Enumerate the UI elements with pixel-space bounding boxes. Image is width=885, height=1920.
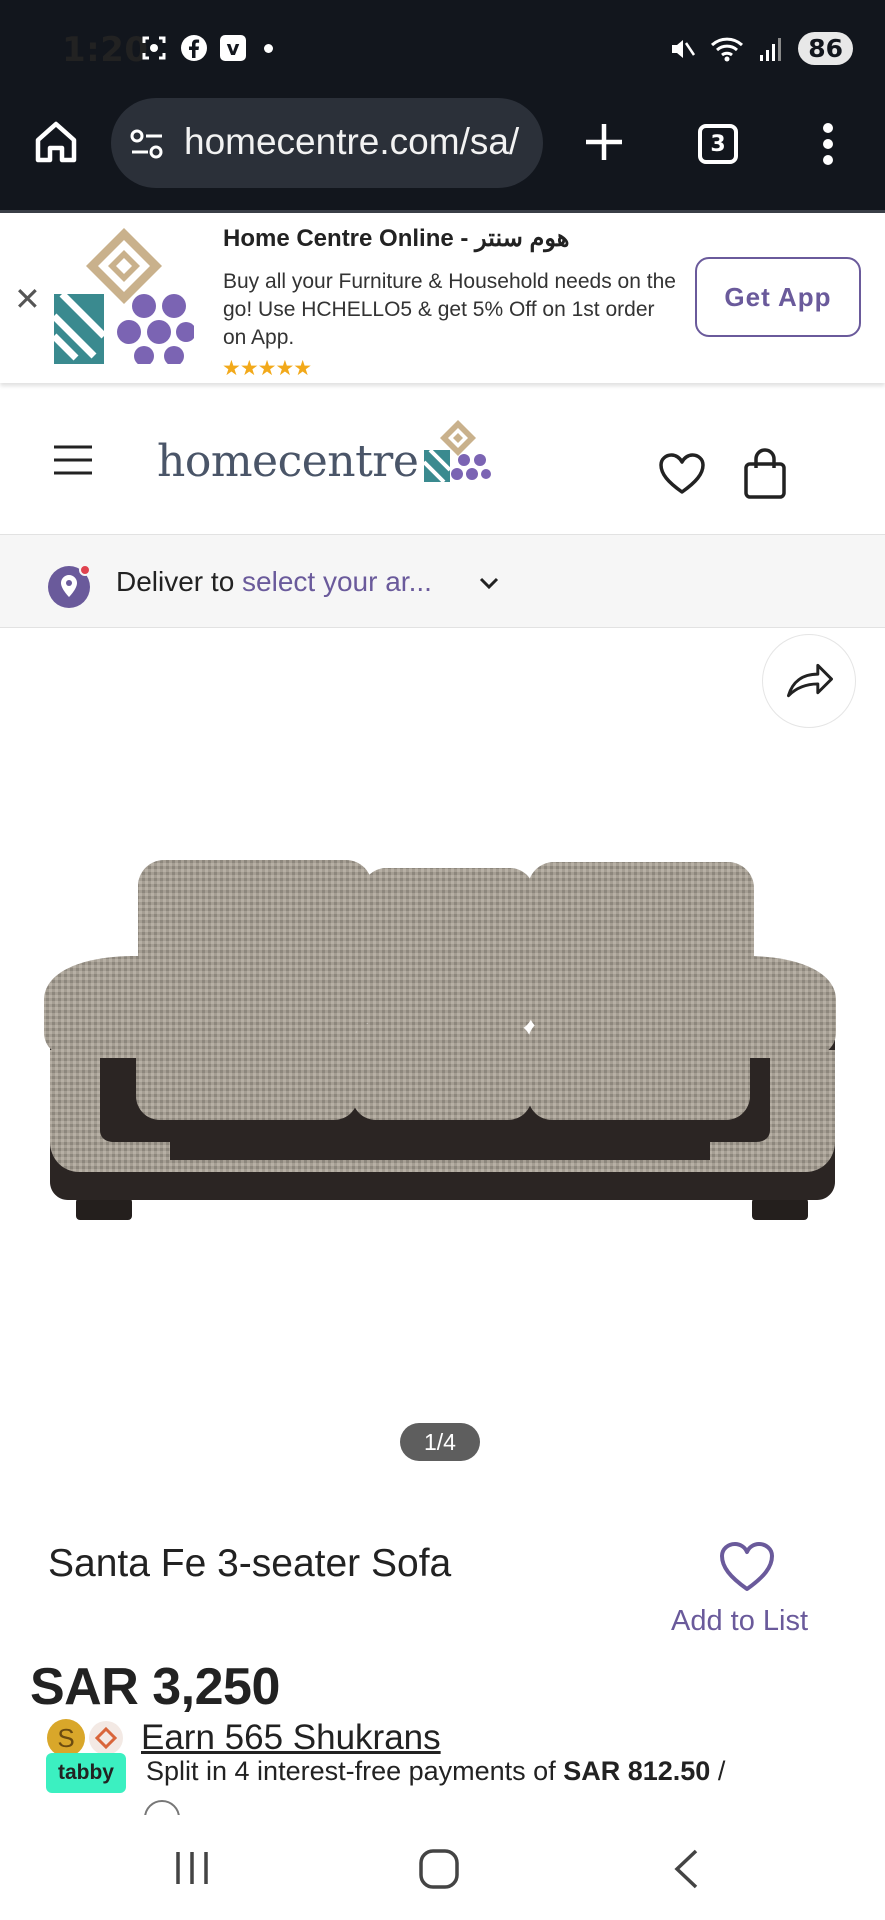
select-area-link[interactable]: select your ar... [242,566,432,597]
add-to-list-heart-icon[interactable] [718,1540,776,1594]
product-title: Santa Fe 3-seater Sofa [48,1542,452,1585]
tabby-logo: tabby [46,1753,126,1793]
homecentre-app-logo [54,224,194,364]
screenshot-icon [142,36,166,60]
add-to-list-button[interactable]: Add to List [671,1605,808,1638]
shukran-coin-icon: S [47,1719,123,1757]
battery-level: 86 [798,32,853,65]
deliver-prefix: Deliver to [116,566,235,597]
signal-icon [760,37,782,61]
homecentre-logo-mark[interactable] [424,420,492,482]
deliver-to-label[interactable]: Deliver to select your ar... [116,566,432,598]
status-time: 1:20 [62,30,149,70]
home-nav-icon[interactable] [418,1848,460,1890]
browser-home-icon[interactable] [30,116,82,168]
location-pin-icon [48,564,91,608]
get-app-button[interactable]: Get App [695,257,861,337]
tabby-prefix: Split in 4 interest-free payments of [146,1756,556,1786]
back-nav-icon[interactable] [672,1848,700,1890]
svg-text:S: S [57,1723,74,1753]
wishlist-heart-icon[interactable] [658,452,706,496]
recent-apps-icon[interactable] [174,1850,210,1886]
vimeo-icon: v [220,35,246,61]
banner-description: Buy all your Furniture & Household needs… [223,270,676,349]
chevron-down-icon[interactable] [474,568,504,598]
tabby-amount: SAR 812.50 [563,1756,711,1786]
facebook-icon [181,35,207,61]
banner-rating-stars: ★★★★★ [222,357,312,380]
new-tab-icon[interactable] [580,118,628,166]
earn-shukrans-link[interactable]: Earn 565 Shukrans [141,1718,441,1758]
status-system-icons: 86 [668,32,853,65]
wifi-icon [711,37,744,61]
more-menu-icon[interactable] [816,120,840,168]
status-notification-icons: v [140,34,273,62]
tabby-installment-text[interactable]: Split in 4 interest-free payments of SAR… [146,1756,725,1787]
more-notifications-dot [264,43,273,53]
image-pager-indicator: 1/4 [400,1423,480,1461]
close-banner-icon[interactable]: ✕ [14,280,41,318]
product-image-sofa[interactable] [40,860,840,1240]
tabby-suffix: / [717,1756,726,1786]
tab-switcher-button[interactable]: 3 [698,124,738,164]
url-text[interactable]: homecentre.com/sa/ [184,121,519,163]
share-icon[interactable] [762,634,856,728]
site-logo[interactable]: homecentre [157,436,419,487]
site-settings-icon[interactable] [128,125,166,163]
hamburger-menu-icon[interactable] [52,444,94,476]
banner-title: Home Centre Online - هوم سنتر [223,225,570,252]
shopping-bag-icon[interactable] [742,448,788,500]
mute-icon [672,39,696,58]
product-price: SAR 3,250 [30,1658,280,1716]
